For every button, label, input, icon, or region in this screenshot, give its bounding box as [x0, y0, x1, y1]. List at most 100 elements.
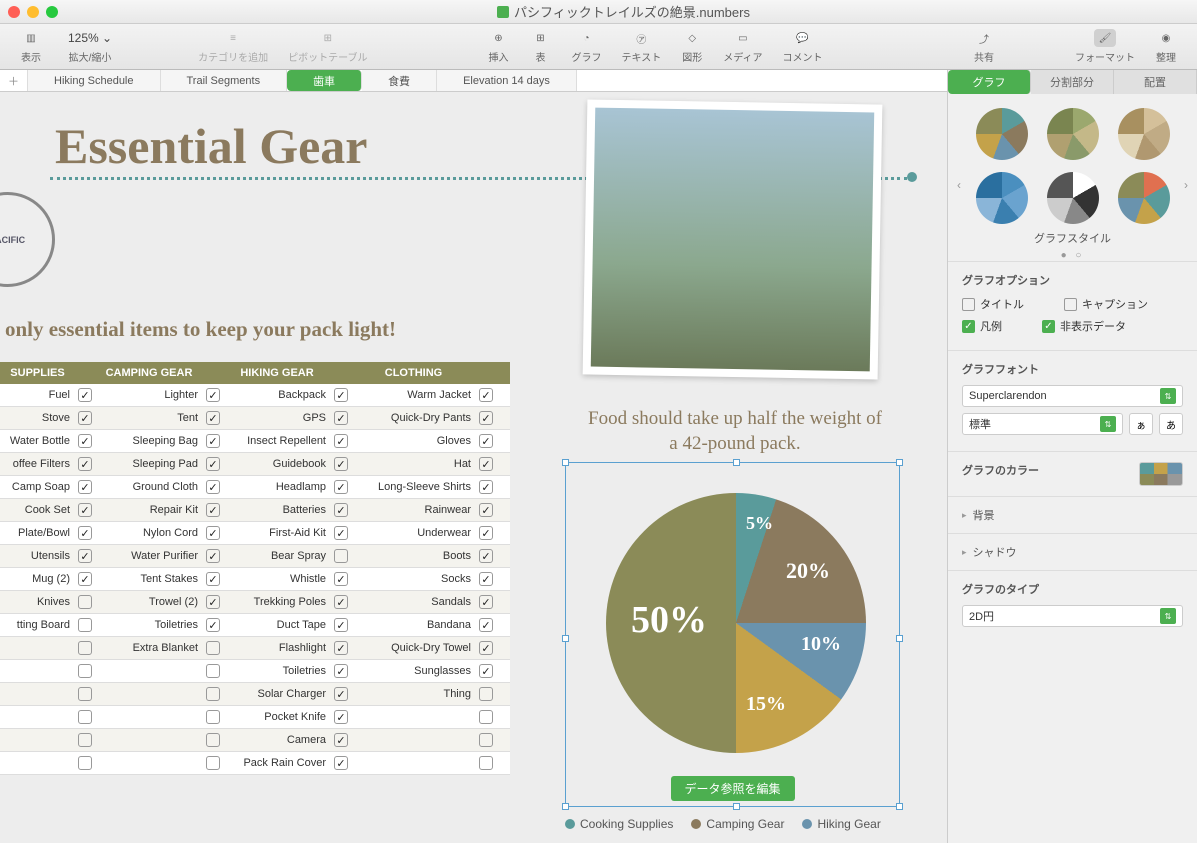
page-title[interactable]: Essential Gear: [55, 117, 367, 175]
table-row[interactable]: Extra BlanketFlashlight✓Quick-Dry Towel✓: [0, 637, 510, 660]
close-button[interactable]: [8, 6, 20, 18]
checkbox-cell[interactable]: [206, 733, 220, 747]
checkbox-cell[interactable]: ✓: [479, 434, 493, 448]
font-weight-select[interactable]: 標準⇅: [962, 413, 1123, 435]
checkbox-cell[interactable]: [206, 710, 220, 724]
edit-data-references-button[interactable]: データ参照を編集: [670, 776, 794, 801]
selection-handle[interactable]: [733, 803, 740, 810]
checkbox-cell[interactable]: ✓: [78, 503, 92, 517]
pie-chart-selection[interactable]: 5% 20% 10% 15% 50% データ参照を編集: [565, 462, 900, 807]
chart-button[interactable]: ◔グラフ: [562, 29, 612, 64]
checkbox-cell[interactable]: ✓: [479, 503, 493, 517]
checkbox-cell[interactable]: ✓: [479, 526, 493, 540]
checkbox-cell[interactable]: ✓: [206, 618, 220, 632]
table-row[interactable]: Toiletries✓Sunglasses✓: [0, 660, 510, 683]
checkbox-cell[interactable]: ✓: [78, 549, 92, 563]
inspector-tab-arrange[interactable]: 配置: [1114, 70, 1197, 94]
checkbox-cell[interactable]: ✓: [78, 572, 92, 586]
checkbox-cell[interactable]: ✓: [78, 434, 92, 448]
checkbox-cell[interactable]: ✓: [479, 388, 493, 402]
selection-handle[interactable]: [562, 459, 569, 466]
add-category-button[interactable]: ≡カテゴリを追加: [188, 29, 278, 64]
hero-photo[interactable]: [583, 99, 883, 379]
checkbox-cell[interactable]: ✓: [479, 664, 493, 678]
checkbox-cell[interactable]: [479, 733, 493, 747]
comment-button[interactable]: 💬コメント: [773, 29, 833, 64]
checkbox-cell[interactable]: ✓: [78, 388, 92, 402]
share-button[interactable]: ⤴共有: [963, 29, 1005, 64]
pivot-table-button[interactable]: ⊞ピボットテーブル: [278, 29, 377, 64]
chart-legend[interactable]: Cooking Supplies Camping Gear Hiking Gea…: [565, 817, 881, 831]
checkbox-cell[interactable]: ✓: [334, 411, 348, 425]
selection-handle[interactable]: [562, 635, 569, 642]
table-row[interactable]: Camera✓: [0, 729, 510, 752]
table-row[interactable]: Mug (2)✓Tent Stakes✓Whistle✓Socks✓: [0, 568, 510, 591]
checkbox-cell[interactable]: ✓: [479, 641, 493, 655]
table-row[interactable]: Utensils✓Water Purifier✓Bear SprayBoots✓: [0, 545, 510, 568]
maximize-button[interactable]: [46, 6, 58, 18]
format-button[interactable]: 🖌フォーマット: [1065, 29, 1145, 64]
sheet-tab-food-cost[interactable]: 食費: [362, 70, 437, 91]
page-subtitle[interactable]: only essential items to keep your pack l…: [5, 317, 396, 342]
chart-color-button[interactable]: [1139, 462, 1183, 486]
zoom-select[interactable]: 125% ⌄拡大/縮小: [52, 29, 128, 64]
checkbox-cell[interactable]: [78, 664, 92, 678]
shape-button[interactable]: ◇図形: [671, 29, 713, 64]
chart-type-select[interactable]: 2D円⇅: [962, 605, 1183, 627]
chart-style-option[interactable]: [1118, 172, 1170, 224]
sheet-tab-hiking-schedule[interactable]: Hiking Schedule: [28, 70, 161, 91]
checkbox-cell[interactable]: [479, 756, 493, 770]
checkbox-cell[interactable]: ✓: [334, 710, 348, 724]
font-larger-button[interactable]: あ: [1159, 413, 1183, 435]
checkbox-cell[interactable]: ✓: [206, 480, 220, 494]
table-row[interactable]: Stove✓Tent✓GPS✓Quick-Dry Pants✓: [0, 407, 510, 430]
checkbox-cell[interactable]: ✓: [206, 411, 220, 425]
table-row[interactable]: Solar Charger✓Thing: [0, 683, 510, 706]
checkbox-cell[interactable]: [334, 549, 348, 563]
selection-handle[interactable]: [896, 803, 903, 810]
chart-style-option[interactable]: [1118, 108, 1170, 160]
inspector-tab-segments[interactable]: 分割部分: [1031, 70, 1114, 94]
checkbox-cell[interactable]: ✓: [334, 756, 348, 770]
insert-button[interactable]: ⊕挿入: [478, 29, 520, 64]
table-row[interactable]: Plate/Bowl✓Nylon Cord✓First-Aid Kit✓Unde…: [0, 522, 510, 545]
checkbox-cell[interactable]: ✓: [334, 595, 348, 609]
sheet-tab-gear[interactable]: 歯車: [287, 70, 362, 91]
checkbox-cell[interactable]: [206, 641, 220, 655]
checkbox-cell[interactable]: ✓: [334, 388, 348, 402]
checkbox-cell[interactable]: [78, 756, 92, 770]
hidden-data-checkbox[interactable]: ✓: [1042, 320, 1055, 333]
pie-chart[interactable]: 5% 20% 10% 15% 50%: [606, 493, 866, 753]
gear-table[interactable]: SUPPLIES CAMPING GEAR HIKING GEAR CLOTHI…: [0, 362, 510, 775]
checkbox-cell[interactable]: ✓: [334, 572, 348, 586]
sheet-tab-elevation[interactable]: Elevation 14 days: [437, 70, 577, 91]
checkbox-cell[interactable]: [78, 641, 92, 655]
checkbox-cell[interactable]: ✓: [78, 411, 92, 425]
table-row[interactable]: Water Bottle✓Sleeping Bag✓Insect Repelle…: [0, 430, 510, 453]
checkbox-cell[interactable]: [206, 664, 220, 678]
checkbox-cell[interactable]: [479, 687, 493, 701]
checkbox-cell[interactable]: ✓: [334, 480, 348, 494]
view-button[interactable]: ▥表示: [10, 29, 52, 64]
checkbox-cell[interactable]: ✓: [206, 572, 220, 586]
title-checkbox[interactable]: [962, 298, 975, 311]
checkbox-cell[interactable]: ✓: [334, 664, 348, 678]
add-sheet-button[interactable]: ＋: [0, 70, 28, 91]
selection-handle[interactable]: [562, 803, 569, 810]
checkbox-cell[interactable]: ✓: [206, 457, 220, 471]
checkbox-cell[interactable]: [78, 687, 92, 701]
inspector-tab-chart[interactable]: グラフ: [948, 70, 1031, 94]
shadow-disclosure[interactable]: ▸シャドウ: [948, 533, 1197, 570]
checkbox-cell[interactable]: ✓: [334, 687, 348, 701]
sheet-tab-trail-segments[interactable]: Trail Segments: [161, 70, 288, 91]
chart-style-option[interactable]: [1047, 172, 1099, 224]
chart-style-option[interactable]: [976, 172, 1028, 224]
selection-handle[interactable]: [733, 459, 740, 466]
selection-handle[interactable]: [896, 635, 903, 642]
checkbox-cell[interactable]: ✓: [206, 503, 220, 517]
font-smaller-button[interactable]: ぁ: [1129, 413, 1153, 435]
sheet-canvas[interactable]: Essential Gear PACIFIC only essential it…: [0, 92, 947, 843]
checkbox-cell[interactable]: ✓: [334, 526, 348, 540]
media-button[interactable]: ▭メディア: [713, 29, 772, 64]
checkbox-cell[interactable]: [479, 710, 493, 724]
